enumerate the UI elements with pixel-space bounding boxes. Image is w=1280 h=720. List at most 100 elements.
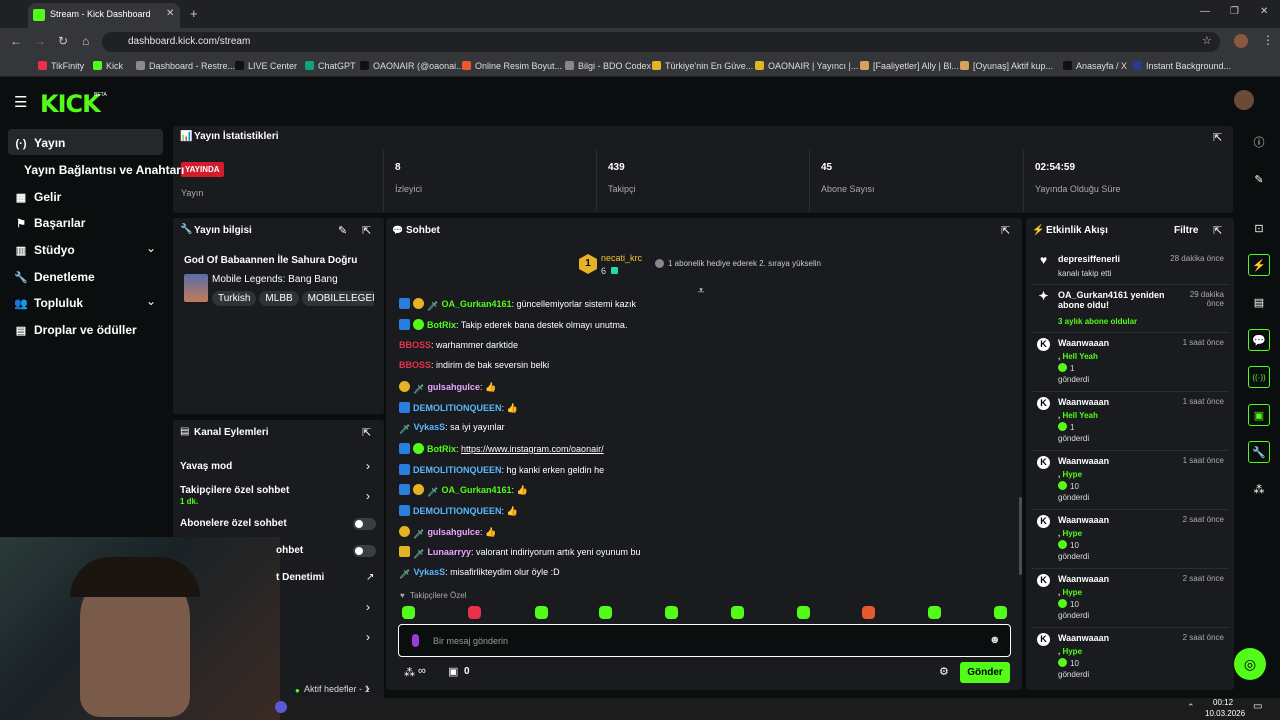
close-tab-icon[interactable]: ✕ xyxy=(166,8,174,19)
event-name[interactable]: depresiffenerli xyxy=(1058,254,1120,264)
bookmark-item[interactable]: [Faaliyetler] Ally | Bl... xyxy=(860,61,959,71)
reload-icon[interactable]: ↻ xyxy=(58,34,68,48)
toggle-switch[interactable] xyxy=(353,545,376,557)
chat-username[interactable]: Lunaarryy xyxy=(427,547,471,557)
chat-text[interactable]: https://www.instagram.com/oaonair/ xyxy=(461,444,604,454)
event-name[interactable]: Waanwaaan xyxy=(1058,338,1109,348)
popout-icon[interactable]: ⇱ xyxy=(1213,131,1222,144)
rail-button-icon[interactable]: 💬 xyxy=(1248,329,1270,351)
emote-icon[interactable] xyxy=(599,606,612,619)
bookmark-item[interactable]: Türkiye'nin En Güve... xyxy=(652,61,753,71)
bookmark-item[interactable]: Instant Background... xyxy=(1133,61,1231,71)
sidebar-item-yay-n-ba-lant-s-ve-anahtar-[interactable]: Yayın Bağlantısı ve Anahtarı xyxy=(24,163,184,177)
chat-username[interactable]: DEMOLITIONQUEEN xyxy=(413,465,502,475)
popout-icon[interactable]: ⇱ xyxy=(362,224,371,237)
bookmark-item[interactable]: ChatGPT xyxy=(305,61,356,71)
chat-username[interactable]: gulsahgulce xyxy=(427,527,480,537)
rail-button-icon[interactable]: ⓘ xyxy=(1248,132,1270,154)
topluluk-chevron-icon[interactable]: ⌄ xyxy=(146,294,156,308)
gift-box-icon[interactable]: ▣ xyxy=(448,665,458,678)
close-window-icon[interactable]: ✕ xyxy=(1260,6,1268,17)
rail-button-icon[interactable]: ⊡ xyxy=(1248,218,1270,240)
rail-button-icon[interactable]: ▤ xyxy=(1248,292,1270,314)
emote-icon[interactable] xyxy=(994,606,1007,619)
hamburger-menu-icon[interactable]: ☰ xyxy=(14,93,27,111)
channel-points-icon[interactable]: ⁂ xyxy=(404,666,415,679)
chat-scrollbar[interactable] xyxy=(1019,497,1022,575)
chat-username[interactable]: BotRix xyxy=(427,320,456,330)
new-tab-icon[interactable]: + xyxy=(190,6,198,21)
browser-menu-icon[interactable]: ⋮ xyxy=(1262,33,1274,47)
chat-settings-gear-icon[interactable]: ⚙ xyxy=(939,665,949,678)
chat-username[interactable]: OA_Gurkan4161 xyxy=(441,299,511,309)
chat-username[interactable]: DEMOLITIONQUEEN xyxy=(413,403,502,413)
rail-button-icon[interactable]: ((·)) xyxy=(1248,366,1270,388)
scroll-to-bottom-icon[interactable]: ⩡ xyxy=(698,285,704,298)
emote-icon[interactable] xyxy=(862,606,875,619)
minimize-icon[interactable]: — xyxy=(1200,6,1210,17)
external-link-icon[interactable]: ↗ xyxy=(366,572,374,583)
kick-logo[interactable]: KICK xyxy=(40,90,101,118)
chevron-right-icon[interactable]: › xyxy=(366,459,370,473)
event-name[interactable]: Waanwaaan xyxy=(1058,574,1109,584)
bookmark-item[interactable]: TikFinity xyxy=(38,61,84,71)
support-chat-icon[interactable]: ◎ xyxy=(1234,648,1266,680)
event-name[interactable]: Waanwaaan xyxy=(1058,397,1109,407)
goals-chevron-icon[interactable]: › xyxy=(366,683,370,695)
active-goals-label[interactable]: Aktif hedefler - 1 xyxy=(304,684,370,694)
url-bar[interactable]: dashboard.kick.com/stream ☆ xyxy=(102,32,1220,52)
subscribers-only-toggle[interactable] xyxy=(353,518,376,530)
sidebar-item-st-dyo[interactable]: ▥ Stüdyo xyxy=(14,243,75,258)
rail-button-icon[interactable]: ✎ xyxy=(1248,169,1270,191)
popout-icon[interactable]: ⇱ xyxy=(362,426,371,439)
event-name[interactable]: Waanwaaan xyxy=(1058,456,1109,466)
sidebar-item-gelir[interactable]: ▦ Gelir xyxy=(14,190,62,205)
bookmark-item[interactable]: Bilgi - BDO Codex xyxy=(565,61,651,71)
chat-username[interactable]: gulsahgulce xyxy=(427,382,480,392)
rail-button-icon[interactable]: ⁂ xyxy=(1248,479,1270,501)
chevron-right-icon[interactable]: › xyxy=(366,600,370,614)
stüdyo-chevron-icon[interactable]: ⌄ xyxy=(146,241,156,255)
stream-tag[interactable]: Turkish xyxy=(212,291,257,306)
edit-pencil-icon[interactable]: ✎ xyxy=(338,224,347,237)
restore-icon[interactable]: ❐ xyxy=(1230,6,1239,17)
pinned-user[interactable]: necati_krc xyxy=(601,253,642,263)
chat-username[interactable]: VykasS xyxy=(413,422,445,432)
chevron-right-icon[interactable]: › xyxy=(366,630,370,644)
sidebar-item-denetleme[interactable]: 🔧 Denetleme xyxy=(14,270,95,285)
stream-tag[interactable]: MOBILELEGEN xyxy=(301,291,374,306)
bookmark-item[interactable]: Anasayfa / X xyxy=(1063,61,1127,71)
event-name[interactable]: OA_Gurkan4161 yeniden abone oldu! xyxy=(1058,290,1168,310)
back-icon[interactable]: ← xyxy=(10,34,22,48)
microphone-icon[interactable] xyxy=(412,634,419,647)
stream-tag[interactable]: MLBB xyxy=(259,291,299,306)
bookmark-item[interactable]: [Oyunaş] Aktif kup... xyxy=(960,61,1053,71)
chat-username[interactable]: BotRix xyxy=(427,444,456,454)
bookmark-item[interactable]: Kick xyxy=(93,61,123,71)
chat-username[interactable]: OA_Gurkan4161 xyxy=(441,485,511,495)
emote-icon[interactable] xyxy=(928,606,941,619)
popout-icon[interactable]: ⇱ xyxy=(1213,224,1222,237)
chat-username[interactable]: DEMOLITIONQUEEN xyxy=(413,506,502,516)
emote-icon[interactable] xyxy=(731,606,744,619)
taskbar-app-icon[interactable] xyxy=(275,701,287,713)
filter-button[interactable]: Filtre xyxy=(1174,225,1198,236)
chat-username[interactable]: VykasS xyxy=(413,567,445,577)
bookmark-item[interactable]: OAONAIR (@oaonai... xyxy=(360,61,464,71)
chat-username[interactable]: BBOSS xyxy=(399,340,431,350)
rail-button-icon[interactable]: ⚡ xyxy=(1248,254,1270,276)
emote-icon[interactable] xyxy=(402,606,415,619)
bookmark-item[interactable]: OAONAIR | Yayıncı |... xyxy=(755,61,858,71)
rail-button-icon[interactable]: 🔧 xyxy=(1248,441,1270,463)
chat-username[interactable]: BBOSS xyxy=(399,360,431,370)
emote-icon[interactable] xyxy=(468,606,481,619)
chevron-right-icon[interactable]: › xyxy=(366,489,370,503)
sidebar-item-droplar-ve-d-ller[interactable]: ▤ Droplar ve ödüller xyxy=(14,323,137,338)
bookmark-star-icon[interactable]: ☆ xyxy=(1202,34,1212,47)
home-icon[interactable]: ⌂ xyxy=(82,34,89,48)
send-button[interactable]: Gönder xyxy=(960,662,1010,683)
popout-icon[interactable]: ⇱ xyxy=(1001,224,1010,237)
chat-input-box[interactable]: Bir mesaj gönderin ☻ xyxy=(398,624,1011,657)
emoji-picker-icon[interactable]: ☻ xyxy=(989,634,1001,646)
user-avatar[interactable] xyxy=(1234,90,1254,110)
